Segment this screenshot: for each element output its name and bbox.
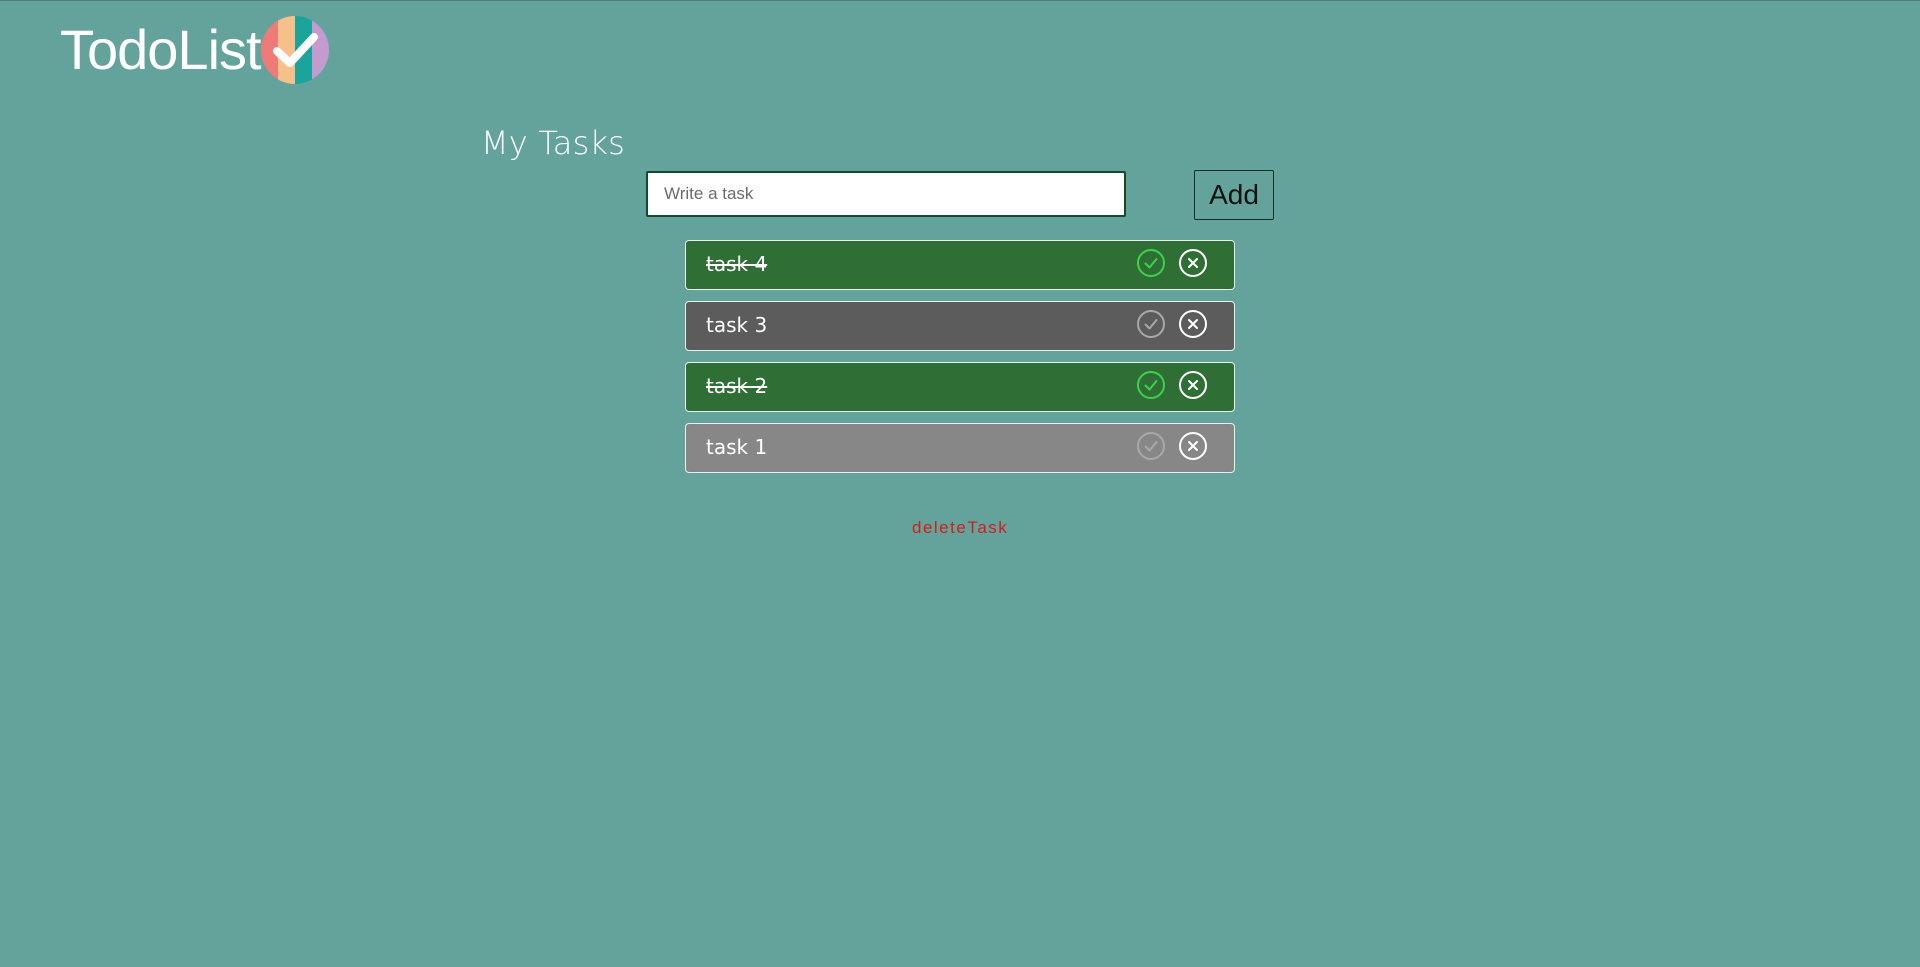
top-border (0, 0, 1920, 1)
delete-circle-icon[interactable] (1178, 370, 1208, 400)
check-circle-icon[interactable] (1136, 370, 1166, 400)
task-input[interactable] (646, 171, 1126, 217)
check-circle-icon[interactable] (1136, 309, 1166, 339)
delete-circle-icon[interactable] (1178, 431, 1208, 461)
task-item[interactable]: task 4 (685, 240, 1235, 290)
delete-circle-icon[interactable] (1178, 248, 1208, 278)
page-title: My Tasks (481, 124, 626, 162)
task-label: task 1 (706, 435, 768, 459)
delete-circle-icon[interactable] (1178, 309, 1208, 339)
task-label: task 4 (706, 252, 768, 276)
task-item[interactable]: task 1 (685, 423, 1235, 473)
delete-task-label: deleteTask (912, 518, 1009, 537)
app-logo[interactable]: TodoList (60, 14, 329, 86)
task-list: task 4 task 3 task 2 task 1 (685, 240, 1235, 484)
logo-text: TodoList (60, 18, 262, 81)
check-circle-icon[interactable] (1136, 248, 1166, 278)
add-task-button[interactable]: Add (1194, 170, 1274, 220)
task-item[interactable]: task 2 (685, 362, 1235, 412)
task-label: task 3 (706, 313, 768, 337)
check-circle-icon[interactable] (1136, 431, 1166, 461)
task-item[interactable]: task 3 (685, 301, 1235, 351)
checkmark-badge-icon (260, 16, 329, 84)
task-label: task 2 (706, 374, 768, 398)
